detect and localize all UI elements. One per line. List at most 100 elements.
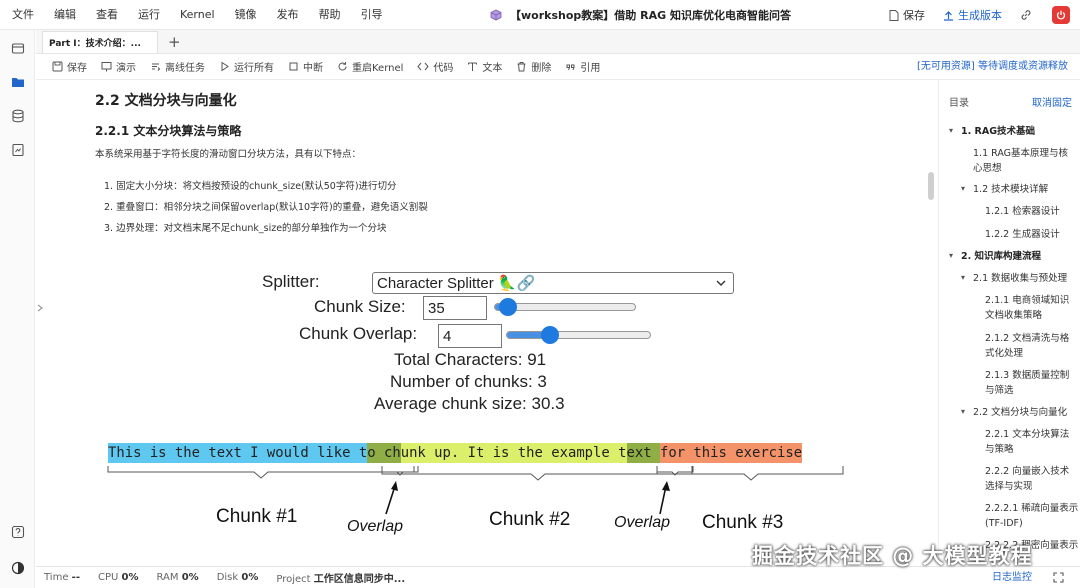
chunk-size-slider[interactable] [494,298,636,316]
chunk-segment-3: for this exercise [659,443,803,463]
theme-toggle-icon[interactable] [10,560,26,576]
list-item: 1. 固定大小分块：将文档按预设的chunk_size(默认50字符)进行切分 [104,181,397,192]
overlap-1-label: Overlap [347,518,404,535]
present-icon [101,62,112,72]
save-notebook-button[interactable]: 保存 [883,7,931,23]
run-all-button[interactable]: 运行所有 [219,59,274,74]
delete-cell-button[interactable]: 删除 [516,59,551,74]
power-button[interactable] [1052,6,1070,24]
chunk2-brace [381,466,693,481]
toc-item[interactable]: (TF-IDF) [985,516,1023,531]
share-link-button[interactable] [1014,9,1042,21]
chevron-down-icon[interactable]: ▾ [949,126,953,135]
toc-item[interactable]: 1. RAG技术基础 [961,124,1035,139]
overlap-segment-1: o ch [367,443,401,463]
toc-item[interactable]: 2.1.3 数据质量控制 [985,368,1069,383]
add-code-button[interactable]: 代码 [417,59,453,74]
chevron-down-icon[interactable]: ▾ [961,407,965,416]
dataset-icon[interactable] [10,40,26,56]
notebook-title: 【workshop教案】借助 RAG 知识库优化电商智能问答 [510,9,791,22]
add-text-label: 文本 [482,63,503,74]
offline-task-label: 离线任务 [165,63,205,74]
add-tab-icon[interactable]: + [168,31,181,53]
menu-image[interactable]: 镜像 [225,0,267,30]
generate-version-button[interactable]: 生成版本 [937,7,1008,23]
toc-item[interactable]: 2.1 数据收集与预处理 [973,271,1067,286]
chevron-down-icon[interactable]: ▾ [961,273,965,282]
offline-task-button[interactable]: 离线任务 [150,59,205,74]
toc-item[interactable]: 选择与实现 [985,479,1033,494]
database-icon[interactable] [10,108,26,124]
report-icon[interactable] [10,142,26,158]
chevron-down-icon [716,280,726,286]
chunk-size-label: Chunk Size: [314,297,406,316]
overlap1-arrow [385,485,396,515]
toc-item[interactable]: 文档收集策略 [985,308,1042,323]
tab-part-1[interactable]: Part I：技术介绍：... [42,31,158,53]
folder-icon[interactable] [10,74,26,90]
total-characters: Total Characters: 91 [394,350,547,369]
toc-item[interactable]: 心思想 [973,161,1002,176]
resource-status[interactable]: [无可用资源] 等待调度或资源释放 [917,54,1068,80]
toolbar-save-button[interactable]: 保存 [52,59,87,74]
present-button[interactable]: 演示 [101,59,136,74]
status-project-value: 工作区信息同步中... [313,574,406,585]
toc-unpin-button[interactable]: 取消固定 [1032,94,1072,109]
toc-item[interactable]: 1.2.2 生成器设计 [985,227,1060,242]
chunk-size-input[interactable]: 35 [423,296,487,320]
toc-item[interactable]: 2.2.2.1 稀疏向量表示 [985,501,1078,516]
help-icon[interactable] [10,524,26,540]
code-icon [417,62,430,71]
toc-item[interactable]: 1.1 RAG基本原理与核 [973,146,1068,161]
chevron-down-icon[interactable]: ▾ [949,251,953,260]
toc-item[interactable]: 2. 知识库构建流程 [961,249,1041,264]
toc-item[interactable]: 式化处理 [985,346,1023,361]
stop-icon [289,62,298,71]
toc-item[interactable]: 与策略 [985,442,1014,457]
offline-task-icon [152,63,161,71]
menu-guide[interactable]: 引导 [351,0,393,30]
splitter-select[interactable]: Character Splitter 🦜🔗 [372,272,734,294]
chunk-segment-1: This is the text I would like t [108,443,368,463]
toc-item[interactable]: 1.2.1 检索器设计 [985,204,1060,219]
chevron-down-icon[interactable]: ▾ [961,184,965,193]
toc-item[interactable]: 2.2.1 文本分块算法 [985,427,1069,442]
cite-button[interactable]: 引用 [565,59,600,74]
menu-kernel[interactable]: Kernel [170,0,225,30]
status-ram-value: 0% [181,572,199,583]
log-monitor-button[interactable]: 日志监控 [992,567,1032,588]
chunk-size-slider-thumb[interactable] [499,298,517,316]
chunk-overlap-input[interactable]: 4 [438,324,502,348]
status-time: Time -- [44,572,80,583]
toc-item[interactable]: 2.1.1 电商领域知识 [985,293,1069,308]
add-text-button[interactable]: 文本 [467,59,502,74]
upload-icon [944,10,953,21]
menu-help[interactable]: 帮助 [309,0,351,30]
chunking-figure: Splitter: Character Splitter 🦜🔗 Chunk Si… [104,266,894,564]
menu-publish[interactable]: 发布 [267,0,309,30]
collapse-sidebar-handle[interactable] [36,300,44,316]
menu-file[interactable]: 文件 [0,0,44,30]
power-icon [1056,10,1066,20]
toc-item[interactable]: 2.2 文档分块与向量化 [973,405,1067,420]
menu-run[interactable]: 运行 [128,0,170,30]
chunk-overlap-slider[interactable] [506,326,651,344]
toc-item[interactable]: 2.1.2 文档清洗与格 [985,331,1069,346]
restart-kernel-button[interactable]: 重启Kernel [337,59,403,74]
toc-item[interactable]: 与筛选 [985,383,1014,398]
content-scrollbar[interactable] [928,172,934,200]
restart-kernel-label: 重启Kernel [352,63,404,74]
menu-edit[interactable]: 编辑 [44,0,86,30]
chunk-overlap-slider-thumb[interactable] [541,326,559,344]
status-disk-value: 0% [241,572,259,583]
expand-icon[interactable] [1053,572,1064,583]
interrupt-button[interactable]: 中断 [288,59,323,74]
table-of-contents: 目录 取消固定 ▾ 1. RAG技术基础 1.1 RAG基本原理与核 心思想 ▾ 1.2 … [938,80,1080,564]
average-chunk-size: Average chunk size: 30.3 [374,394,565,413]
menu-view[interactable]: 查看 [86,0,128,30]
toc-item[interactable]: 1.2 技术模块详解 [973,182,1048,197]
chunk-3-label: Chunk #3 [702,512,784,533]
toc-item[interactable]: 2.2.2 向量嵌入技术 [985,464,1069,479]
splitter-value: Character Splitter 🦜🔗 [377,275,536,292]
run-all-label: 运行所有 [234,63,274,74]
